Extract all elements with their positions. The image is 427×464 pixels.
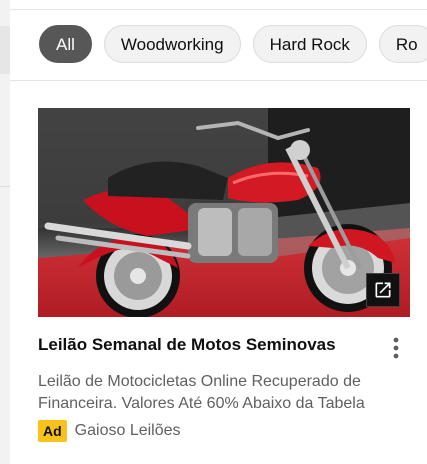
chip-bar-divider	[10, 9, 427, 10]
motorcycle-image	[38, 108, 410, 317]
open-in-new-icon[interactable]	[366, 273, 400, 307]
ad-card[interactable]: Leilão Semanal de Motos Seminovas Leilão…	[38, 108, 410, 442]
ad-meta: Ad Gaioso Leilões	[38, 420, 410, 442]
ad-thumbnail[interactable]	[38, 108, 410, 317]
page: All Woodworking Hard Rock Ro Leilão Sema…	[0, 0, 427, 464]
chip-list: All Woodworking Hard Rock Ro	[39, 25, 427, 63]
more-vert-icon[interactable]	[388, 335, 404, 361]
sidebar-fragment	[0, 26, 10, 74]
chip-hard-rock[interactable]: Hard Rock	[252, 25, 367, 63]
left-sidebar-edge	[0, 0, 10, 464]
ad-title[interactable]: Leilão Semanal de Motos Seminovas	[38, 335, 410, 355]
chip-woodworking[interactable]: Woodworking	[103, 25, 241, 63]
chip-all[interactable]: All	[39, 25, 92, 63]
ad-description: Leilão de Motocicletas Online Recuperado…	[38, 373, 365, 412]
open-in-new-glyph	[375, 282, 391, 298]
ad-badge: Ad	[38, 420, 67, 442]
chip-truncated[interactable]: Ro	[378, 25, 427, 63]
advertiser-name[interactable]: Gaioso Leilões	[75, 422, 181, 440]
ad-title-row: Leilão Semanal de Motos Seminovas	[38, 335, 410, 359]
filter-chip-bar: All Woodworking Hard Rock Ro	[10, 0, 427, 81]
sidebar-divider	[0, 186, 10, 187]
more-vert-glyph	[393, 337, 399, 359]
